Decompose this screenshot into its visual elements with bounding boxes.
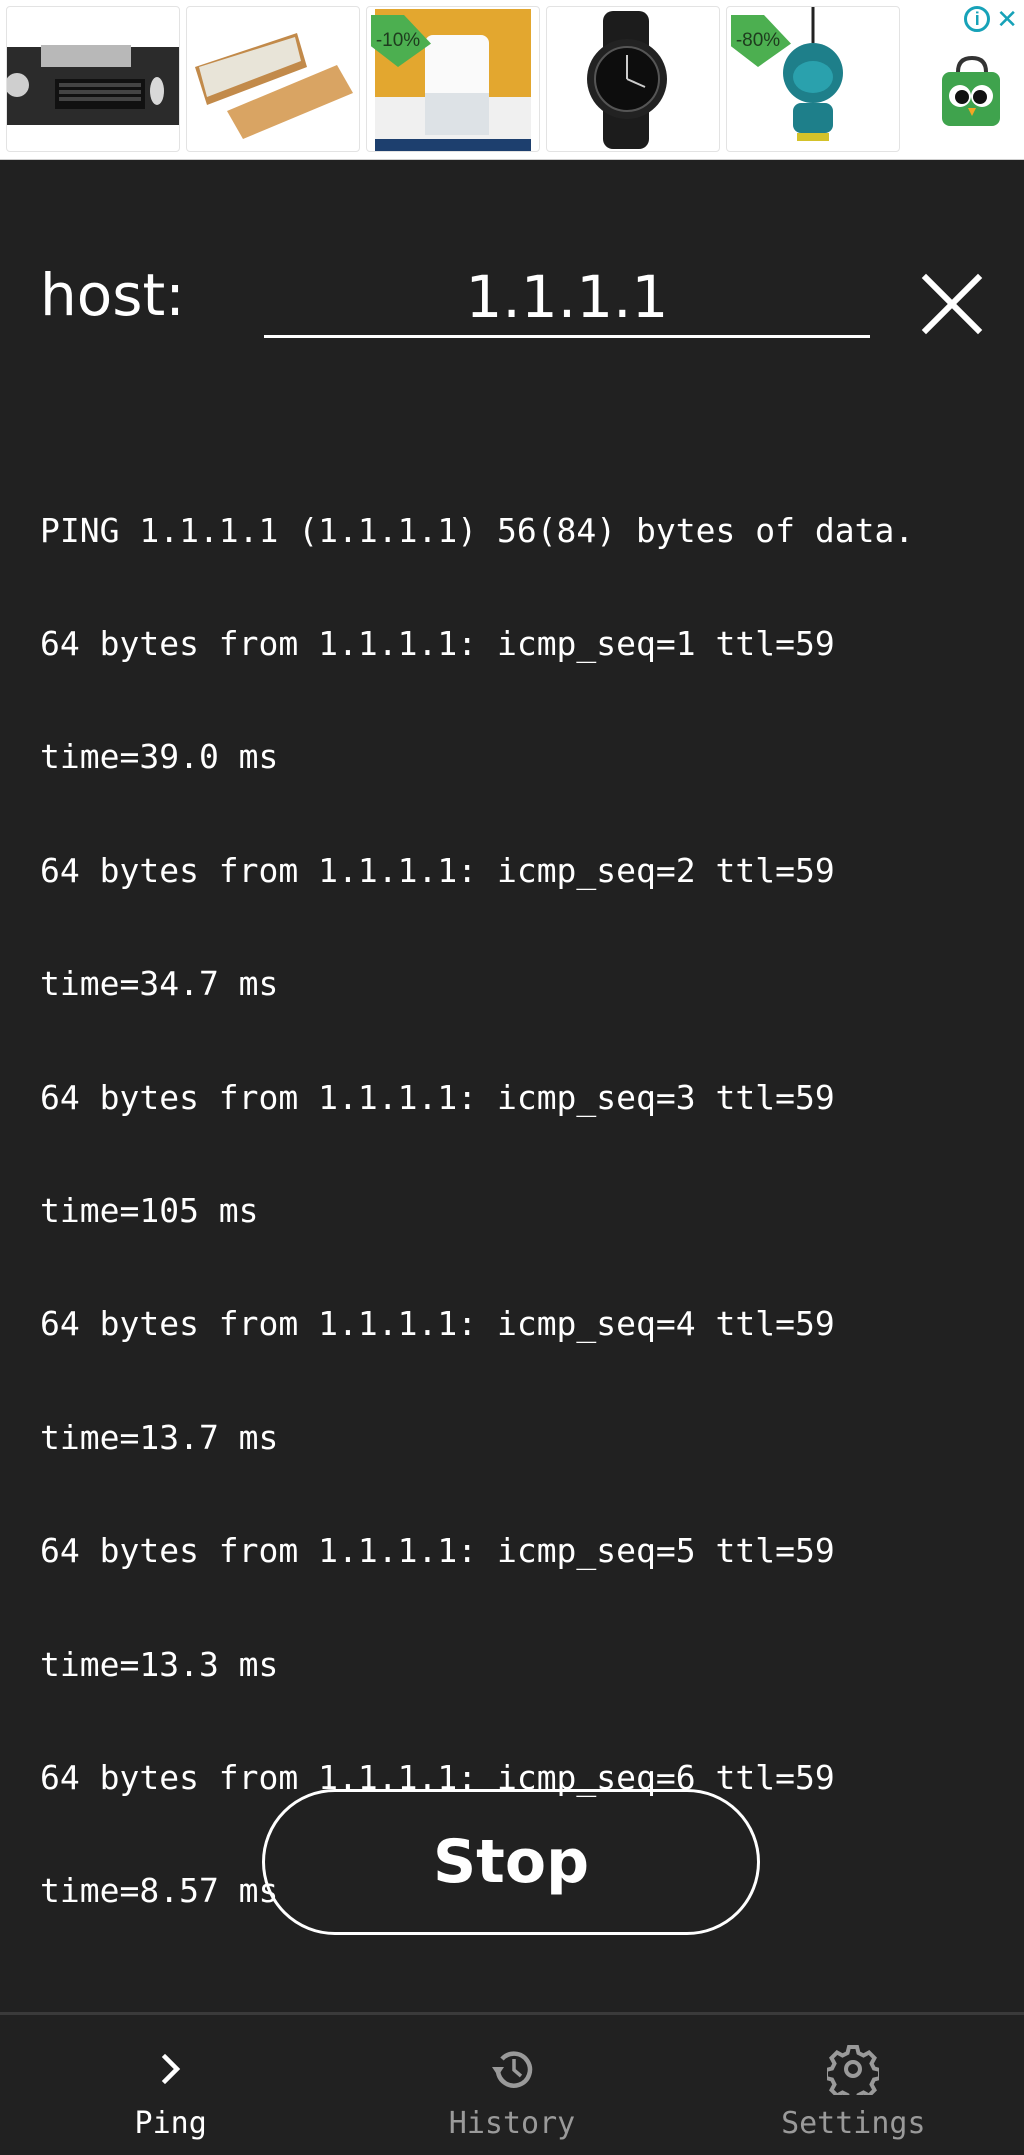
- host-input[interactable]: [264, 258, 870, 338]
- ad-close-icon[interactable]: ✕: [996, 4, 1018, 34]
- history-icon: [491, 2051, 533, 2088]
- ad-banner[interactable]: -10% -80% i ✕: [0, 0, 1024, 160]
- ad-info-icon[interactable]: i: [964, 6, 991, 32]
- nav-label-history: History: [448, 2106, 576, 2141]
- ad-card-humidifier[interactable]: -10%: [366, 6, 540, 152]
- gear-icon: [827, 2045, 880, 2095]
- output-line: time=13.3 ms: [40, 1644, 279, 1684]
- ping-output: PING 1.1.1.1 (1.1.1.1) 56(84) bytes of d…: [40, 436, 1000, 1948]
- nav-item-ping[interactable]: Ping: [0, 2015, 341, 2155]
- host-row: host:: [0, 250, 1024, 350]
- ad-card-watch[interactable]: [546, 6, 720, 152]
- output-line: time=34.7 ms: [40, 964, 279, 1004]
- ad-controls: i ✕: [964, 4, 1018, 34]
- output-line: 64 bytes from 1.1.1.1: icmp_seq=3 ttl=59: [40, 1077, 835, 1117]
- host-label: host:: [40, 261, 185, 329]
- keyboard-wrist-rest-image: [195, 33, 353, 139]
- desk-keyboard-image: [7, 45, 179, 125]
- ad-card-keyboard-wrist-rest[interactable]: [186, 6, 360, 152]
- output-line: PING 1.1.1.1 (1.1.1.1) 56(84) bytes of d…: [40, 510, 915, 550]
- output-line: time=39.0 ms: [40, 737, 279, 777]
- ad-card-keychain[interactable]: -80%: [726, 6, 900, 152]
- output-line: time=13.7 ms: [40, 1417, 279, 1457]
- output-line: time=105 ms: [40, 1190, 259, 1230]
- ad-card-desk-setup[interactable]: [6, 6, 180, 152]
- output-line: 64 bytes from 1.1.1.1: icmp_seq=5 ttl=59: [40, 1531, 835, 1571]
- bottom-nav: Ping History Settings: [0, 2012, 1024, 2155]
- nav-label-settings: Settings: [781, 2106, 926, 2141]
- owl-bag-logo-icon: [942, 55, 1000, 126]
- close-icon: [921, 273, 983, 335]
- output-line: 64 bytes from 1.1.1.1: icmp_seq=2 ttl=59: [40, 850, 835, 890]
- output-line: 64 bytes from 1.1.1.1: icmp_seq=4 ttl=59: [40, 1304, 835, 1344]
- nav-item-history[interactable]: History: [341, 2015, 682, 2155]
- watch-image: [587, 11, 667, 149]
- output-line: 64 bytes from 1.1.1.1: icmp_seq=1 ttl=59: [40, 623, 835, 663]
- chevron-right-icon: [161, 2053, 180, 2085]
- nav-label-ping: Ping: [134, 2106, 207, 2141]
- stop-button[interactable]: Stop: [262, 1789, 760, 1935]
- clear-host-button[interactable]: [920, 272, 984, 336]
- nav-item-settings[interactable]: Settings: [683, 2015, 1024, 2155]
